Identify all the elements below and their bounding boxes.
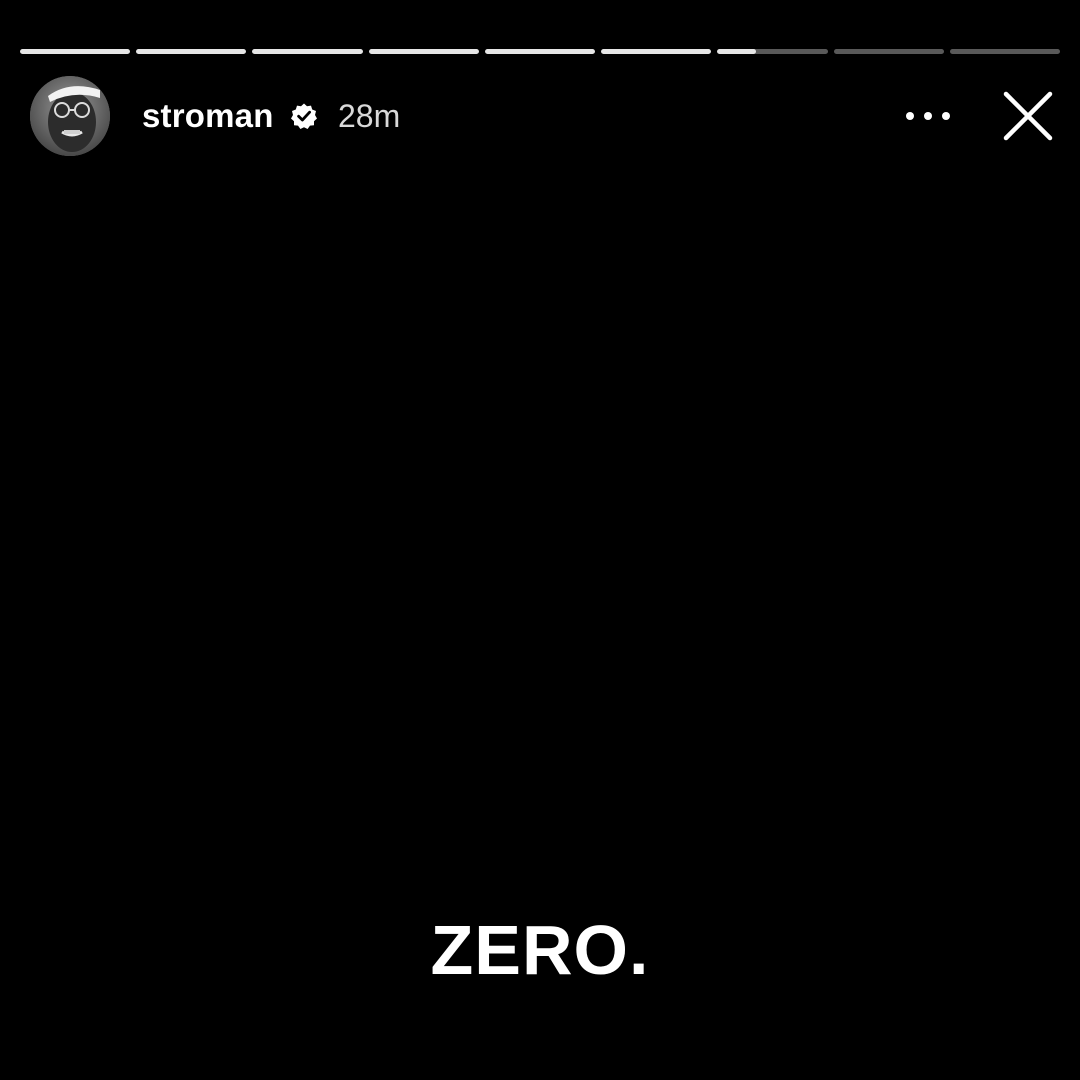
post-timestamp: 28m bbox=[338, 98, 401, 134]
progress-segment-fill bbox=[717, 49, 756, 54]
progress-segment bbox=[601, 49, 712, 54]
progress-segment bbox=[252, 49, 363, 54]
progress-segment-fill bbox=[484, 49, 596, 54]
progress-segment bbox=[484, 49, 596, 54]
progress-segment-fill bbox=[368, 49, 479, 54]
story-viewer[interactable]: stroman 28m ZERO. bbox=[0, 0, 1080, 1080]
story-caption-text: ZERO. bbox=[430, 911, 650, 989]
story-header: stroman 28m bbox=[30, 74, 1060, 158]
verified-badge-icon bbox=[290, 102, 318, 130]
avatar[interactable] bbox=[30, 76, 110, 156]
progress-segment-fill bbox=[20, 49, 131, 54]
progress-segment bbox=[136, 49, 247, 54]
progress-segment bbox=[949, 49, 1060, 54]
progress-segment-fill bbox=[136, 49, 247, 54]
progress-segment-fill bbox=[601, 49, 712, 54]
story-progress-bar bbox=[20, 49, 1060, 54]
progress-segment-fill bbox=[252, 49, 363, 54]
progress-segment bbox=[368, 49, 479, 54]
close-button[interactable] bbox=[998, 86, 1058, 146]
close-icon bbox=[1003, 91, 1053, 141]
username[interactable]: stroman bbox=[142, 96, 274, 136]
progress-segment bbox=[833, 49, 944, 54]
more-options-button[interactable] bbox=[896, 94, 960, 138]
progress-segment bbox=[20, 49, 131, 54]
more-horizontal-icon bbox=[906, 112, 950, 120]
progress-segment bbox=[717, 49, 828, 54]
